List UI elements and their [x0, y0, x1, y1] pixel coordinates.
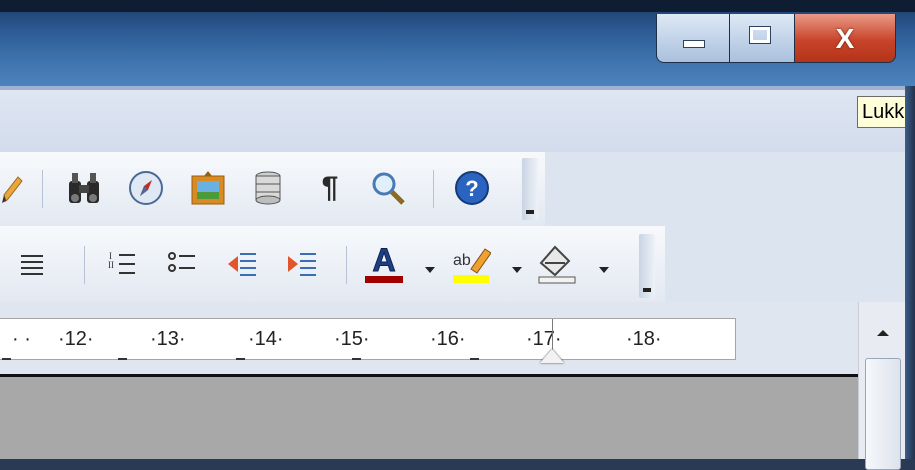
- font-color-icon[interactable]: A: [362, 240, 406, 286]
- ruler-tick: [352, 358, 361, 360]
- ruler-label-14: ·14·: [248, 328, 284, 350]
- justify-icon[interactable]: [12, 244, 52, 284]
- navigator-icon[interactable]: [126, 168, 166, 208]
- close-icon: X: [835, 23, 855, 54]
- font-color-dropdown-arrow[interactable]: [425, 267, 435, 273]
- vertical-scrollbar[interactable]: [858, 302, 906, 470]
- increase-indent-icon[interactable]: [282, 244, 322, 284]
- data-sources-icon[interactable]: [248, 168, 288, 208]
- minimize-button[interactable]: [656, 14, 730, 63]
- window-right-frame: [905, 86, 915, 459]
- highlighting-icon[interactable]: ab: [448, 240, 492, 286]
- minimize-icon: [683, 40, 705, 48]
- formatting-toolbar: I II A ab: [0, 226, 665, 303]
- find-binoculars-icon[interactable]: [64, 168, 104, 208]
- highlighting-dropdown-arrow[interactable]: [512, 267, 522, 273]
- ruler-dots: · ·: [12, 328, 31, 350]
- toolbar-options-handle[interactable]: [522, 158, 538, 220]
- svg-text:II: II: [108, 260, 114, 270]
- ruler-label-16: ·16·: [430, 328, 466, 350]
- ruler-label-13: ·13·: [150, 328, 186, 350]
- svg-text:?: ?: [465, 176, 478, 201]
- help-icon[interactable]: ?: [452, 168, 492, 208]
- toolbar-separator: [84, 246, 85, 284]
- toolbar-dock-area: [665, 226, 905, 302]
- ruler-tick: [2, 358, 11, 360]
- horizontal-ruler[interactable]: · · ·12· ·13· ·14· ·15· ·16· ·17· ·18·: [0, 318, 736, 363]
- toolbar-separator: [346, 246, 347, 284]
- chevron-down-icon: [643, 288, 651, 292]
- ruler-page-margin: [552, 319, 735, 359]
- background-color-dropdown-arrow[interactable]: [599, 267, 609, 273]
- toolbar-options-handle[interactable]: [639, 234, 655, 298]
- decrease-indent-icon[interactable]: [222, 244, 262, 284]
- background-color-icon[interactable]: [534, 240, 578, 286]
- scrollbar-thumb[interactable]: [865, 358, 901, 470]
- draw-pencil-icon[interactable]: [0, 170, 26, 206]
- svg-text:A: A: [372, 242, 395, 278]
- numbering-icon[interactable]: I II: [102, 244, 142, 284]
- maximize-button[interactable]: [729, 14, 795, 63]
- ruler-tick: [118, 358, 127, 360]
- chevron-down-icon: [526, 210, 534, 214]
- svg-text:ab: ab: [453, 252, 471, 269]
- toolbar-separator: [433, 170, 434, 208]
- document-area[interactable]: [0, 377, 858, 459]
- right-indent-marker[interactable]: [540, 349, 564, 363]
- zoom-icon[interactable]: [368, 168, 408, 208]
- ruler-tick: [236, 358, 245, 360]
- gallery-icon[interactable]: [188, 168, 228, 208]
- standard-toolbar: ¶ ?: [0, 152, 545, 227]
- menu-bar: [0, 90, 905, 153]
- formatting-marks-icon[interactable]: ¶: [310, 168, 350, 208]
- ruler-label-12: ·12·: [58, 328, 94, 350]
- scroll-up-icon[interactable]: [877, 330, 889, 336]
- ruler-label-15: ·15·: [334, 328, 370, 350]
- bullets-icon[interactable]: [162, 244, 202, 284]
- toolbar-dock-area: [545, 152, 905, 226]
- close-button[interactable]: X: [794, 14, 896, 63]
- maximize-icon: [749, 26, 771, 44]
- ruler-tick: [470, 358, 479, 360]
- toolbar-separator: [42, 170, 43, 208]
